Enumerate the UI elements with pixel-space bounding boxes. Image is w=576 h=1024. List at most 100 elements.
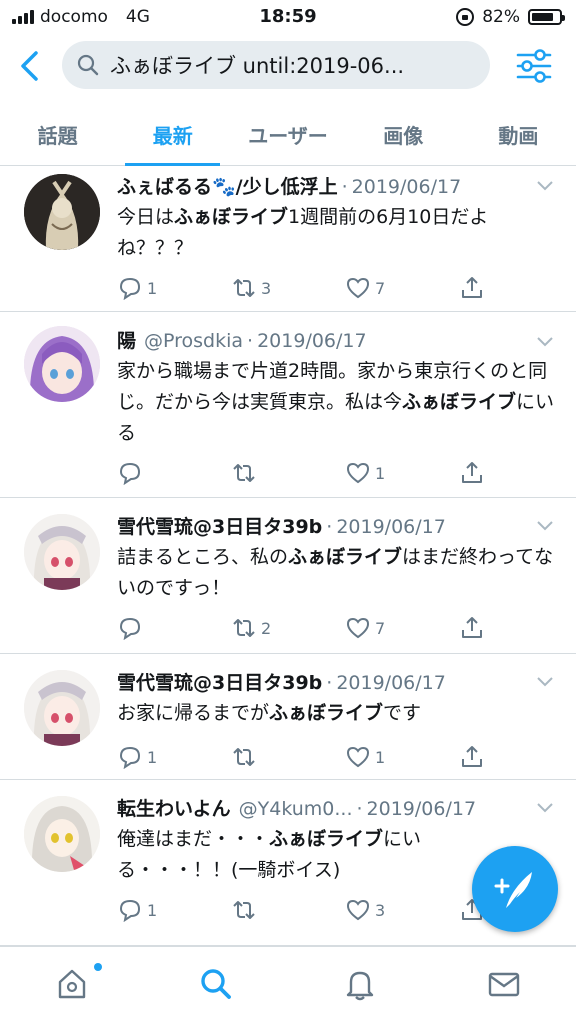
tab-top[interactable]: 話題 [0, 98, 115, 165]
chevron-down-icon[interactable] [536, 676, 554, 688]
avatar[interactable] [24, 326, 100, 402]
reply-count: 1 [147, 900, 158, 920]
retweet-icon [233, 464, 255, 482]
reply-icon [119, 277, 141, 300]
reply-icon [119, 746, 141, 769]
chevron-down-icon[interactable] [536, 520, 554, 532]
tweet-author-name[interactable]: 雪代雪琉@3日目タ39b [117, 512, 322, 539]
retweet-button[interactable]: 3 [231, 276, 345, 300]
nav-home[interactable] [0, 947, 144, 1024]
retweet-icon [233, 901, 255, 919]
retweet-button[interactable] [231, 898, 345, 922]
chevron-down-icon[interactable] [536, 336, 554, 348]
retweet-icon [233, 748, 255, 766]
avatar[interactable] [24, 796, 100, 872]
search-query: ふぁぼライブ until:2019-06... [110, 54, 405, 78]
share-button[interactable] [459, 276, 499, 300]
orientation-lock-icon [456, 8, 475, 26]
tweet-date: 2019/06/17 [257, 330, 367, 352]
sliders-icon [516, 49, 552, 83]
battery-percent: 82% [482, 7, 520, 27]
share-button[interactable] [459, 616, 499, 640]
search-tabs: 話題 最新 ユーザー 画像 動画 [0, 98, 576, 166]
like-button[interactable]: 1 [345, 461, 459, 485]
like-count: 1 [375, 747, 386, 767]
search-input[interactable]: ふぁぼライブ until:2019-06... [62, 41, 490, 89]
tweet-text: 詰まるところ、私のふぁぼライブはまだ終わってないのですっ！ [117, 546, 554, 599]
like-button[interactable]: 1 [345, 745, 459, 769]
tweet-date: 2019/06/17 [336, 516, 446, 538]
tweet-actions: 1 1 [117, 739, 556, 775]
tweet[interactable]: 雪代雪琉@3日目タ39b · 2019/06/17 詰まるところ、私のふぁぼライ… [0, 498, 576, 654]
separator-dot: · [326, 672, 333, 694]
avatar-image [24, 326, 100, 402]
reply-count: 1 [147, 747, 158, 767]
heart-icon [346, 617, 370, 639]
avatar-image [24, 670, 100, 746]
search-filter-button[interactable] [514, 46, 554, 86]
tweet-actions: 1 3 7 [117, 270, 556, 306]
back-button[interactable] [14, 48, 46, 84]
retweet-icon [233, 619, 255, 637]
tweet-author-name[interactable]: 陽 [117, 326, 136, 353]
separator-dot: · [326, 516, 333, 538]
tweet-date: 2019/06/17 [336, 672, 446, 694]
chevron-down-icon[interactable] [536, 180, 554, 192]
retweet-button[interactable]: 2 [231, 616, 345, 640]
compose-tweet-button[interactable] [472, 846, 558, 932]
retweet-button[interactable] [231, 745, 345, 769]
tab-photos[interactable]: 画像 [346, 98, 461, 165]
tweet[interactable]: ふぇばるる🐾/少し低浮上 · 2019/06/17 今日はふぁぼライブ1週間前の… [0, 166, 576, 312]
tweet-date: 2019/06/17 [366, 798, 477, 820]
search-icon [77, 54, 99, 76]
tweet-author-name[interactable]: 転生わいよん [117, 794, 231, 821]
nav-messages[interactable] [432, 947, 576, 1024]
retweet-count: 3 [261, 278, 272, 298]
bottom-nav [0, 946, 576, 1024]
like-button[interactable]: 7 [345, 616, 459, 640]
tweet[interactable]: 雪代雪琉@3日目タ39b · 2019/06/17 お家に帰るまでがふぁぼライブ… [0, 654, 576, 780]
tweet-author-name[interactable]: ふぇばるる🐾/少し低浮上 [117, 172, 338, 199]
heart-icon [346, 277, 370, 299]
like-button[interactable]: 7 [345, 276, 459, 300]
tweet-date: 2019/06/17 [351, 176, 462, 198]
like-count: 3 [375, 900, 386, 920]
share-icon [462, 617, 482, 638]
tweet-author-handle: @Prosdkia [144, 330, 244, 352]
tab-videos[interactable]: 動画 [461, 98, 576, 165]
reply-button[interactable]: 1 [117, 276, 231, 300]
reply-icon [119, 899, 141, 922]
tweet-author-name[interactable]: 雪代雪琉@3日目タ39b [117, 668, 322, 695]
reply-button[interactable]: 1 [117, 745, 231, 769]
avatar[interactable] [24, 514, 100, 590]
chevron-left-icon [21, 51, 38, 81]
nav-search[interactable] [144, 947, 288, 1024]
chevron-down-icon[interactable] [536, 802, 554, 814]
tweet-text: 今日はふぁぼライブ1週間前の6月10日だよね？？？ [117, 206, 489, 259]
share-button[interactable] [459, 745, 499, 769]
tab-latest[interactable]: 最新 [115, 98, 230, 166]
heart-icon [346, 462, 370, 484]
avatar-image [24, 174, 100, 250]
tweet[interactable]: 陽 @Prosdkia · 2019/06/17 家から職場まで片道2時間。家か… [0, 312, 576, 498]
nav-notifications[interactable] [288, 947, 432, 1024]
avatar[interactable] [24, 174, 100, 250]
reply-button[interactable]: 1 [117, 898, 231, 922]
tweet-actions: 1 [117, 455, 556, 491]
tweet-text: お家に帰るまでがふぁぼライブです [117, 702, 422, 724]
reply-button[interactable] [117, 616, 231, 640]
share-button[interactable] [459, 461, 499, 485]
avatar[interactable] [24, 670, 100, 746]
retweet-button[interactable] [231, 461, 345, 485]
share-icon [462, 462, 482, 483]
retweet-icon [233, 279, 255, 297]
mail-icon [488, 972, 520, 997]
like-count: 7 [375, 278, 386, 298]
reply-button[interactable] [117, 461, 231, 485]
tab-people[interactable]: ユーザー [230, 98, 345, 165]
like-button[interactable]: 3 [345, 898, 459, 922]
reply-icon [119, 462, 141, 485]
avatar-image [24, 796, 100, 872]
tweet-actions: 2 7 [117, 610, 556, 646]
search-icon [201, 969, 231, 999]
